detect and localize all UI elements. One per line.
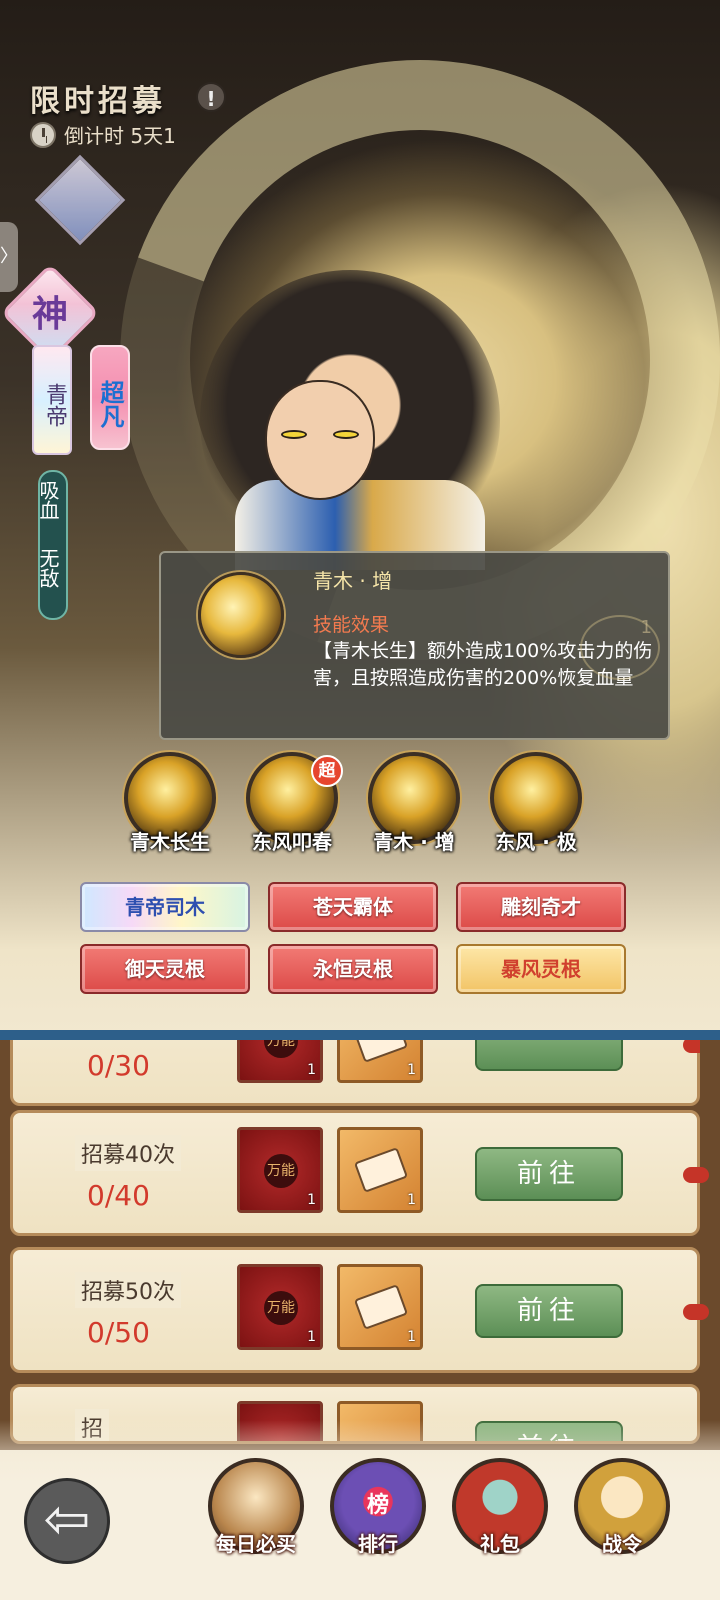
tier-badge-text: 神 bbox=[31, 293, 68, 335]
page-title: 限时招募 bbox=[30, 84, 166, 119]
skill-label: 东风 · 极 bbox=[495, 830, 577, 854]
reward-icon-text: 万能 bbox=[264, 1154, 298, 1188]
reward-quantity: 1 bbox=[307, 1192, 316, 1208]
task-row: 招募50次 0/50 万能 1 1 前往 bbox=[10, 1247, 709, 1373]
reward-item[interactable]: 1 bbox=[337, 1264, 423, 1350]
trait-button[interactable]: 暴风灵根 bbox=[456, 944, 626, 994]
reward-item[interactable]: 1 bbox=[337, 1127, 423, 1213]
task-progress: 0/30 bbox=[87, 1049, 150, 1082]
trait-button[interactable]: 御天灵根 bbox=[80, 944, 250, 994]
reward-quantity: 1 bbox=[307, 1329, 316, 1345]
reward-item[interactable]: 万能 1 bbox=[237, 1264, 323, 1350]
hero-portrait bbox=[265, 380, 375, 500]
clock-icon bbox=[30, 121, 56, 148]
scroll-hook bbox=[683, 1304, 709, 1320]
ticket-icon bbox=[353, 1147, 409, 1193]
faint-count-badge: 1 bbox=[580, 615, 660, 680]
reward-icon-text: 万能 bbox=[264, 1291, 298, 1325]
super-badge: 超 bbox=[311, 755, 343, 787]
skill-slot-4[interactable]: 东风 · 极 bbox=[486, 752, 586, 855]
reward-quantity: 1 bbox=[307, 1062, 316, 1078]
trait-button[interactable]: 青帝司木 bbox=[80, 882, 250, 932]
skill-tooltip-icon bbox=[198, 572, 284, 658]
back-arrow-icon[interactable]: ⇦ bbox=[24, 1478, 110, 1564]
nav-ranking[interactable]: 榜 排行 bbox=[328, 1458, 428, 1557]
skill-slot-1[interactable]: 青木长生 bbox=[120, 752, 220, 855]
trait-button[interactable]: 苍天霸体 bbox=[268, 882, 438, 932]
task-row: 招募40次 0/40 万能 1 1 前往 bbox=[10, 1110, 709, 1236]
hero-name: 青帝 bbox=[32, 345, 72, 455]
skill-label: 青木 · 增 bbox=[373, 830, 455, 854]
trait-tag: 无敌 bbox=[36, 548, 60, 588]
trait-tag: 吸血 bbox=[36, 480, 60, 520]
task-title: 招募40次 bbox=[75, 1135, 181, 1171]
reward-quantity: 1 bbox=[407, 1329, 416, 1345]
go-button[interactable]: 前往 bbox=[475, 1147, 623, 1201]
reward-quantity: 1 bbox=[407, 1192, 416, 1208]
task-title: 招募50次 bbox=[75, 1272, 181, 1308]
hero-traits: 吸血 无敌 bbox=[36, 470, 68, 620]
nav-battle-pass[interactable]: 战令 bbox=[572, 1458, 672, 1557]
hero-eye bbox=[333, 430, 359, 439]
task-progress: 0/50 bbox=[87, 1316, 150, 1349]
nav-gift[interactable]: 礼包 bbox=[450, 1458, 550, 1557]
skill-label: 青木长生 bbox=[130, 830, 210, 854]
reward-item[interactable]: 万能 1 bbox=[237, 1127, 323, 1213]
countdown: 倒计时 5天1 bbox=[30, 120, 176, 149]
nav-label: 每日必买 bbox=[216, 1532, 296, 1556]
hero-eye bbox=[281, 430, 307, 439]
skill-slot-3[interactable]: 青木 · 增 bbox=[364, 752, 464, 855]
countdown-text: 倒计时 5天1 bbox=[64, 124, 176, 148]
skill-tooltip-name: 青木 · 增 bbox=[313, 569, 393, 593]
nav-label: 战令 bbox=[602, 1532, 642, 1556]
go-button[interactable]: 前往 bbox=[475, 1284, 623, 1338]
skill-label: 东风叩春 bbox=[252, 830, 332, 854]
task-progress: 0/40 bbox=[87, 1179, 150, 1212]
scroll-hook bbox=[683, 1167, 709, 1183]
nav-label: 排行 bbox=[358, 1532, 398, 1556]
trait-button[interactable]: 永恒灵根 bbox=[268, 944, 438, 994]
skill-tooltip-heading: 技能效果 bbox=[313, 614, 390, 636]
ticket-icon bbox=[353, 1284, 409, 1330]
reward-quantity: 1 bbox=[407, 1062, 416, 1078]
trait-button[interactable]: 雕刻奇才 bbox=[456, 882, 626, 932]
nav-label: 礼包 bbox=[480, 1532, 520, 1556]
nav-daily-deal[interactable]: 每日必买 bbox=[206, 1458, 306, 1557]
info-icon[interactable]: ! bbox=[196, 82, 226, 112]
hero-rank: 超凡 bbox=[90, 345, 130, 450]
